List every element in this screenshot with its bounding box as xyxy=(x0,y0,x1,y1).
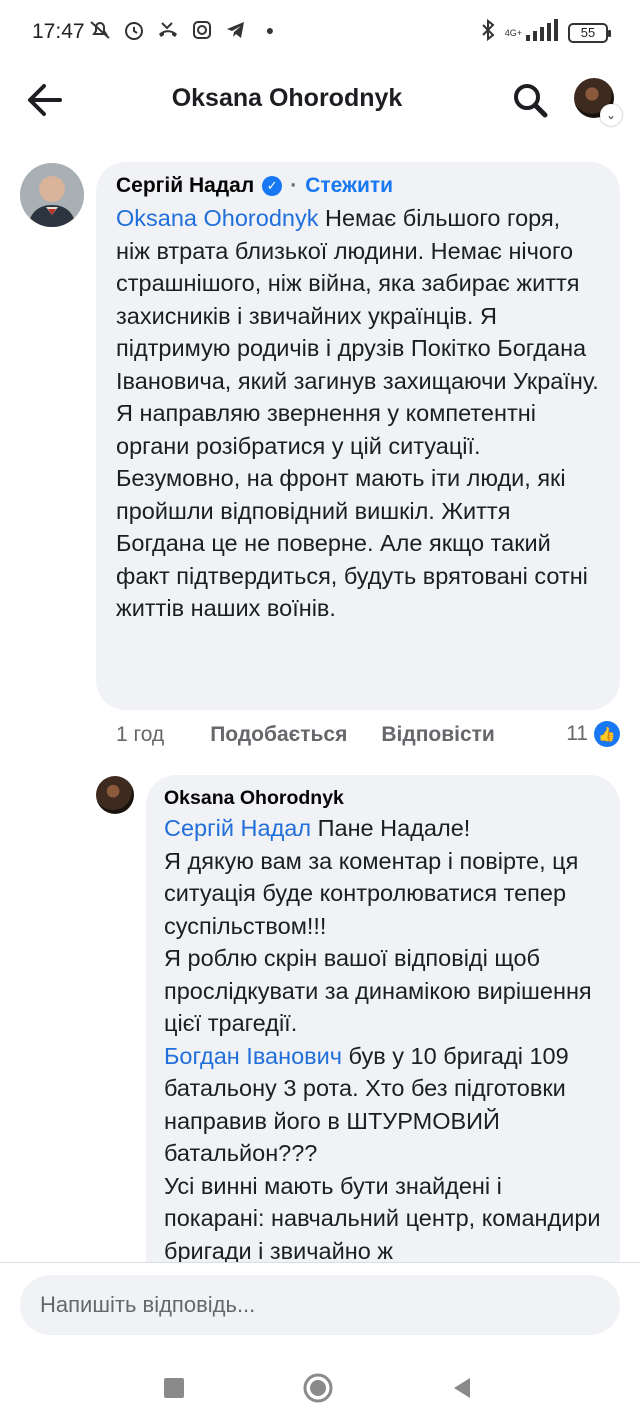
mute-icon xyxy=(88,18,112,42)
reaction-summary[interactable]: 11 👍 xyxy=(566,721,620,747)
avatar[interactable] xyxy=(20,163,84,227)
status-bar: 17:47 ● 4G+ 55 xyxy=(0,0,640,66)
reply-text: Сергій Надал Пане Надале! Я дякую вам за… xyxy=(164,812,602,1267)
home-button[interactable] xyxy=(300,1370,336,1406)
alarm-icon xyxy=(122,18,146,42)
reply-author-line: Oksana Ohorodnyk xyxy=(164,787,602,810)
reply-input[interactable] xyxy=(20,1275,620,1335)
comment-bubble: Сергій Надал ✓ · Стежити Oksana Ohorodny… xyxy=(96,162,620,710)
avatar[interactable] xyxy=(96,776,134,814)
reply-author[interactable]: Oksana Ohorodnyk xyxy=(164,787,344,810)
status-time: 17:47 xyxy=(32,20,85,43)
separator-dot: · xyxy=(290,174,298,197)
triangle-back-icon xyxy=(454,1378,470,1398)
profile-menu-button[interactable]: ⌄ xyxy=(574,78,622,126)
arrow-left-icon xyxy=(28,84,62,116)
comment-body: Немає більшого горя, ніж втрата близької… xyxy=(116,205,599,621)
comment-actions: 1 год Подобається Відповісти 11 👍 xyxy=(116,719,620,751)
telegram-icon xyxy=(224,18,248,42)
like-button[interactable]: Подобається xyxy=(210,723,347,747)
circle-icon xyxy=(303,1373,333,1403)
missed-call-icon xyxy=(156,18,180,42)
notification-icons: ● xyxy=(88,18,282,42)
comment-text: Oksana Ohorodnyk Немає більшого горя, ні… xyxy=(116,202,600,625)
mention-link[interactable]: Сергій Надал xyxy=(164,815,311,841)
search-button[interactable] xyxy=(508,78,552,122)
chevron-down-icon: ⌄ xyxy=(600,104,622,126)
system-icons: 4G+ 55 xyxy=(479,18,611,47)
mention-link[interactable]: Oksana Ohorodnyk xyxy=(116,205,318,231)
mention-link[interactable]: Богдан Іванович xyxy=(164,1043,342,1069)
comment-author-line: Сергій Надал ✓ · Стежити xyxy=(116,174,600,198)
comment-time[interactable]: 1 год xyxy=(116,723,164,747)
reply-bubble: Oksana Ohorodnyk Сергій Надал Пане Надал… xyxy=(146,775,620,1295)
reply-body: Пане Надале! xyxy=(311,815,471,841)
battery-indicator: 55 xyxy=(568,22,611,43)
square-icon xyxy=(164,1378,184,1398)
nav-back-button[interactable] xyxy=(444,1370,480,1406)
app-header: Oksana Ohorodnyk ⌄ xyxy=(0,66,640,134)
reply-paragraph: Сергій Надал Пане Надале! xyxy=(164,812,602,845)
network-type: 4G+ xyxy=(504,27,522,38)
reply-paragraph: Богдан Іванович був у 10 бригаді 109 бат… xyxy=(164,1040,602,1170)
search-icon xyxy=(514,84,548,118)
system-nav-bar xyxy=(0,1352,640,1422)
reply-paragraph: Усі винні мають бути знайдені і покарані… xyxy=(164,1172,601,1264)
page-title: Oksana Ohorodnyk xyxy=(171,84,403,112)
verified-icon: ✓ xyxy=(262,176,283,196)
instagram-icon xyxy=(190,18,214,42)
recent-apps-button[interactable] xyxy=(156,1370,192,1406)
reply-paragraph: Я роблю скрін вашої відповіді щоб прослі… xyxy=(164,945,592,1036)
follow-button[interactable]: Стежити xyxy=(305,174,393,198)
reaction-count: 11 xyxy=(566,722,588,745)
back-button[interactable] xyxy=(22,80,66,120)
bluetooth-icon xyxy=(479,18,497,47)
reply-paragraph: Я дякую вам за коментар і повірте, ця си… xyxy=(164,847,579,939)
more-notifications-icon: ● xyxy=(265,22,275,38)
reply-button[interactable]: Відповісти xyxy=(381,723,494,747)
comment-author[interactable]: Сергій Надал xyxy=(116,174,254,198)
signal-icon xyxy=(526,19,560,46)
thumbs-up-icon: 👍 xyxy=(594,721,620,747)
person-avatar-icon xyxy=(20,163,84,227)
reply-composer xyxy=(0,1262,640,1352)
